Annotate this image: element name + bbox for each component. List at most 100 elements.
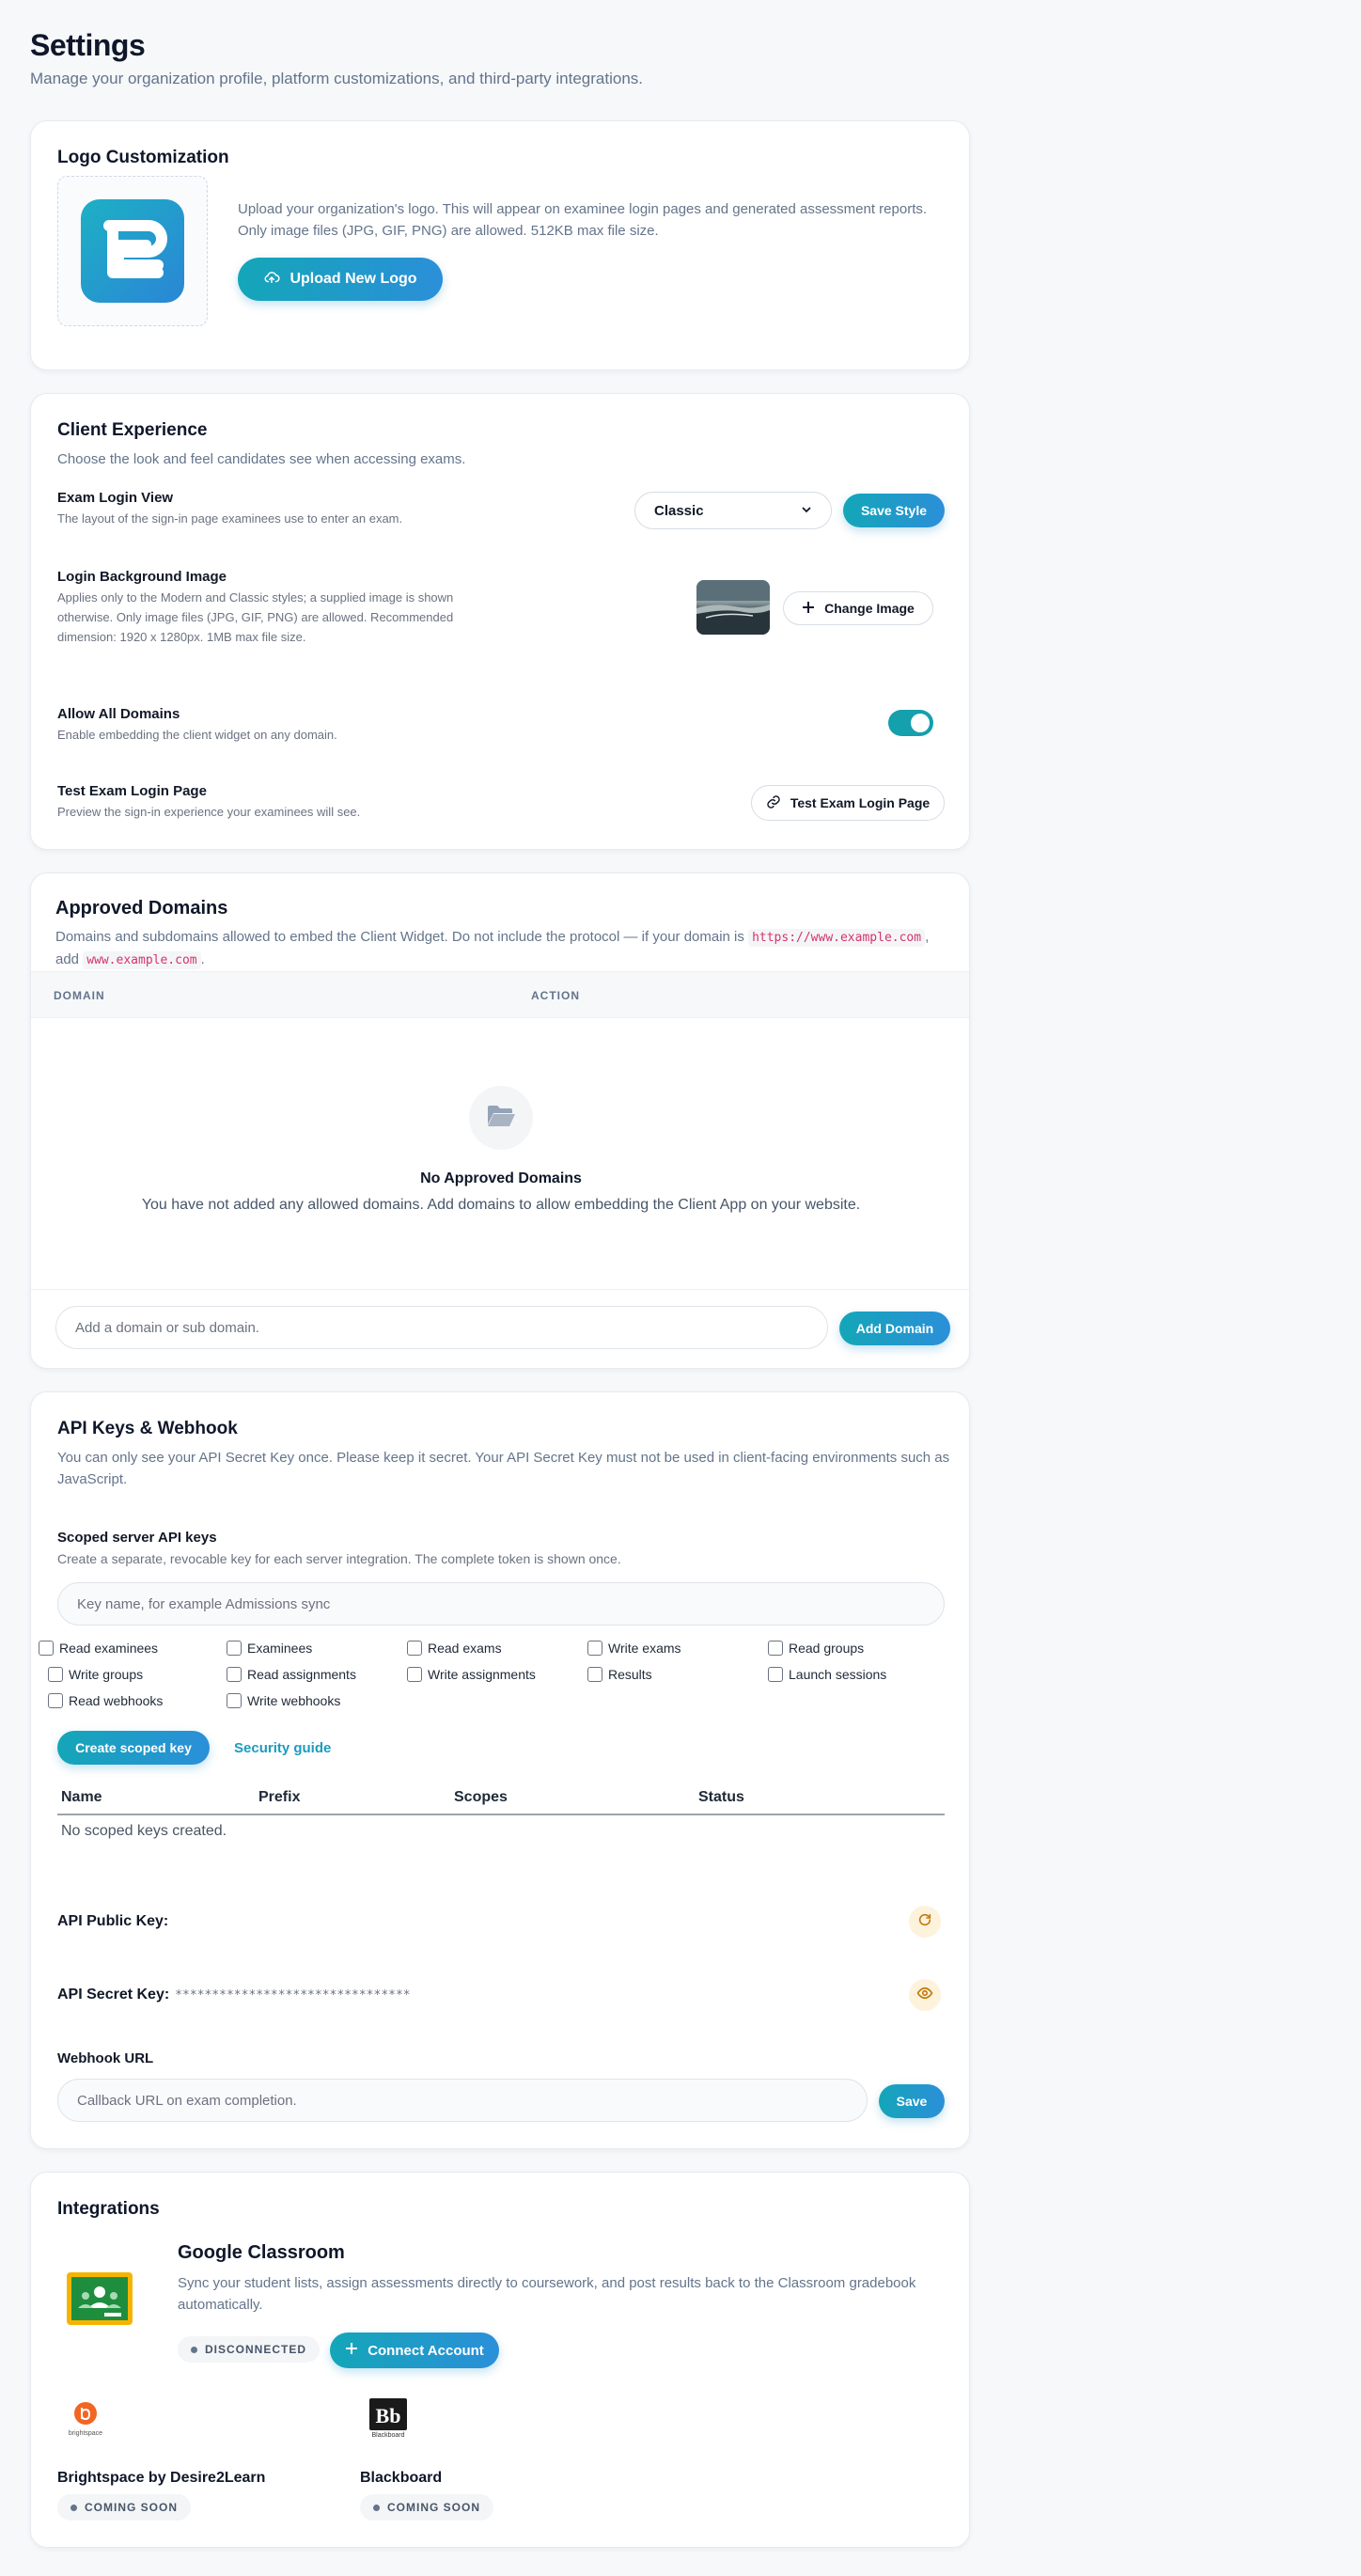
domains-table-header: DOMAIN ACTION: [31, 971, 969, 1018]
scope-results[interactable]: Results: [587, 1667, 652, 1682]
scope-label: Read assignments: [247, 1667, 356, 1682]
checkbox[interactable]: [39, 1641, 54, 1656]
checkbox[interactable]: [227, 1667, 242, 1682]
checkbox[interactable]: [587, 1667, 602, 1682]
checkbox[interactable]: [587, 1641, 602, 1656]
scoped-keys-table-header: Name Prefix Scopes Status: [57, 1785, 945, 1815]
exam-login-view-select[interactable]: Classic: [634, 492, 832, 529]
checkbox[interactable]: [227, 1693, 242, 1708]
checkbox[interactable]: [48, 1667, 63, 1682]
column-domain: DOMAIN: [54, 989, 105, 1002]
webhook-url-input[interactable]: Callback URL on exam completion.: [57, 2079, 868, 2122]
status-dot: [373, 2504, 380, 2511]
reveal-secret-button[interactable]: [909, 1979, 941, 2011]
save-webhook-button[interactable]: Save: [879, 2084, 945, 2118]
exam-login-view-hint: The layout of the sign-in page examinees…: [57, 511, 403, 526]
api-keys-description: You can only see your API Secret Key onc…: [57, 1450, 950, 1487]
google-classroom-name: Google Classroom: [178, 2242, 345, 2263]
disconnected-badge: DISCONNECTED: [178, 2336, 321, 2363]
eye-icon: [916, 1985, 933, 2006]
allow-domains-hint: Enable embedding the client widget on an…: [57, 728, 337, 742]
description-add: add: [55, 951, 80, 967]
approved-domains-title: Approved Domains: [55, 898, 228, 919]
description-text: Domains and subdomains allowed to embed …: [55, 929, 744, 945]
brightspace-coming-soon-badge: COMING SOON: [57, 2494, 192, 2521]
background-image-hint: Applies only to the Modern and Classic s…: [57, 590, 454, 644]
scope-write-exams[interactable]: Write exams: [587, 1641, 681, 1656]
blackboard-coming-soon-badge: COMING SOON: [360, 2494, 494, 2521]
allow-domains-label: Allow All Domains: [57, 706, 180, 722]
test-login-label: Test Exam Login Page: [57, 783, 207, 799]
status-dot: [70, 2504, 77, 2511]
scope-read-assignments[interactable]: Read assignments: [227, 1667, 356, 1682]
description-period: .: [200, 951, 205, 967]
client-experience-card: Client Experience Choose the look and fe…: [30, 393, 970, 850]
scope-launch-sessions[interactable]: Launch sessions: [768, 1667, 886, 1682]
google-classroom-description: Sync your student lists, assign assessme…: [178, 2275, 916, 2313]
settings-page: Settings Manage your organization profil…: [0, 0, 1361, 2576]
coming-soon-label: COMING SOON: [387, 2501, 481, 2514]
plus-icon: [345, 2342, 358, 2359]
test-login-button[interactable]: Test Exam Login Page: [751, 785, 945, 821]
scope-read-exams[interactable]: Read exams: [407, 1641, 502, 1656]
checkbox[interactable]: [407, 1667, 422, 1682]
regenerate-key-button[interactable]: [909, 1906, 941, 1938]
scope-label: Read exams: [428, 1641, 502, 1656]
save-style-button[interactable]: Save Style: [843, 494, 945, 527]
integrations-card: Integrations Google Classroom Sync your …: [30, 2172, 970, 2548]
logo-description: Upload your organization's logo. This wi…: [238, 201, 928, 239]
approved-domains-description: Domains and subdomains allowed to embed …: [55, 926, 948, 971]
blackboard-logo: Bb Blackboard: [360, 2391, 416, 2447]
scope-write-webhooks[interactable]: Write webhooks: [227, 1693, 340, 1708]
scope-label: Write assignments: [428, 1667, 536, 1682]
folder-open-icon: [486, 1104, 516, 1133]
exam-login-view-value: Classic: [654, 502, 704, 519]
scope-examinees[interactable]: Examinees: [227, 1641, 312, 1656]
scope-label: Launch sessions: [789, 1667, 887, 1682]
logo-customization-card: Logo Customization Upload your organizat…: [30, 120, 970, 370]
allow-domains-toggle[interactable]: [888, 710, 933, 736]
plus-icon: [802, 601, 815, 617]
scoped-keys-empty: No scoped keys created.: [61, 1823, 227, 1839]
scope-write-assignments[interactable]: Write assignments: [407, 1667, 536, 1682]
google-classroom-logo: [57, 2254, 142, 2338]
checkbox[interactable]: [768, 1667, 783, 1682]
api-public-key-label: API Public Key:: [57, 1913, 169, 1929]
checkbox[interactable]: [48, 1693, 63, 1708]
change-image-button[interactable]: Change Image: [783, 591, 933, 625]
test-login-hint: Preview the sign-in experience your exam…: [57, 805, 361, 819]
logo-section-title: Logo Customization: [57, 148, 229, 167]
empty-state-title: No Approved Domains: [420, 1170, 582, 1186]
cloud-upload-icon: [263, 269, 280, 291]
scope-label: Read webhooks: [69, 1693, 164, 1708]
column-prefix: Prefix: [258, 1789, 301, 1805]
domain-input[interactable]: Add a domain or sub domain.: [55, 1306, 828, 1349]
integrations-title: Integrations: [57, 2199, 160, 2219]
brightspace-logo: brightspace: [57, 2391, 114, 2447]
page-title: Settings: [30, 28, 146, 62]
scope-read-groups[interactable]: Read groups: [768, 1641, 864, 1656]
key-name-input[interactable]: Key name, for example Admissions sync: [57, 1582, 945, 1626]
empty-state-text: You have not added any allowed domains. …: [141, 1197, 861, 1213]
scoped-keys-hint: Create a separate, revocable key for eac…: [57, 1551, 621, 1566]
column-status: Status: [698, 1789, 744, 1805]
blackboard-name: Blackboard: [360, 2470, 443, 2486]
checkbox[interactable]: [227, 1641, 242, 1656]
add-domain-button[interactable]: Add Domain: [839, 1312, 950, 1345]
link-icon: [766, 794, 781, 812]
scope-write-groups[interactable]: Write groups: [48, 1667, 143, 1682]
scope-read-webhooks[interactable]: Read webhooks: [48, 1693, 163, 1708]
divider: [31, 1289, 969, 1290]
create-scoped-key-button[interactable]: Create scoped key: [57, 1731, 210, 1765]
logo-dropzone[interactable]: [57, 176, 208, 326]
approved-domains-card: Approved Domains Domains and subdomains …: [30, 872, 970, 1369]
checkbox[interactable]: [407, 1641, 422, 1656]
checkbox[interactable]: [768, 1641, 783, 1656]
organization-logo: [81, 199, 184, 303]
security-guide-link[interactable]: Security guide: [234, 1740, 331, 1756]
upload-logo-button[interactable]: Upload New Logo: [238, 258, 443, 301]
scope-read-examinees[interactable]: Read examinees: [39, 1641, 158, 1656]
column-action: ACTION: [531, 989, 580, 1002]
test-login-button-label: Test Exam Login Page: [790, 795, 931, 810]
connect-account-button[interactable]: Connect Account: [330, 2333, 499, 2368]
